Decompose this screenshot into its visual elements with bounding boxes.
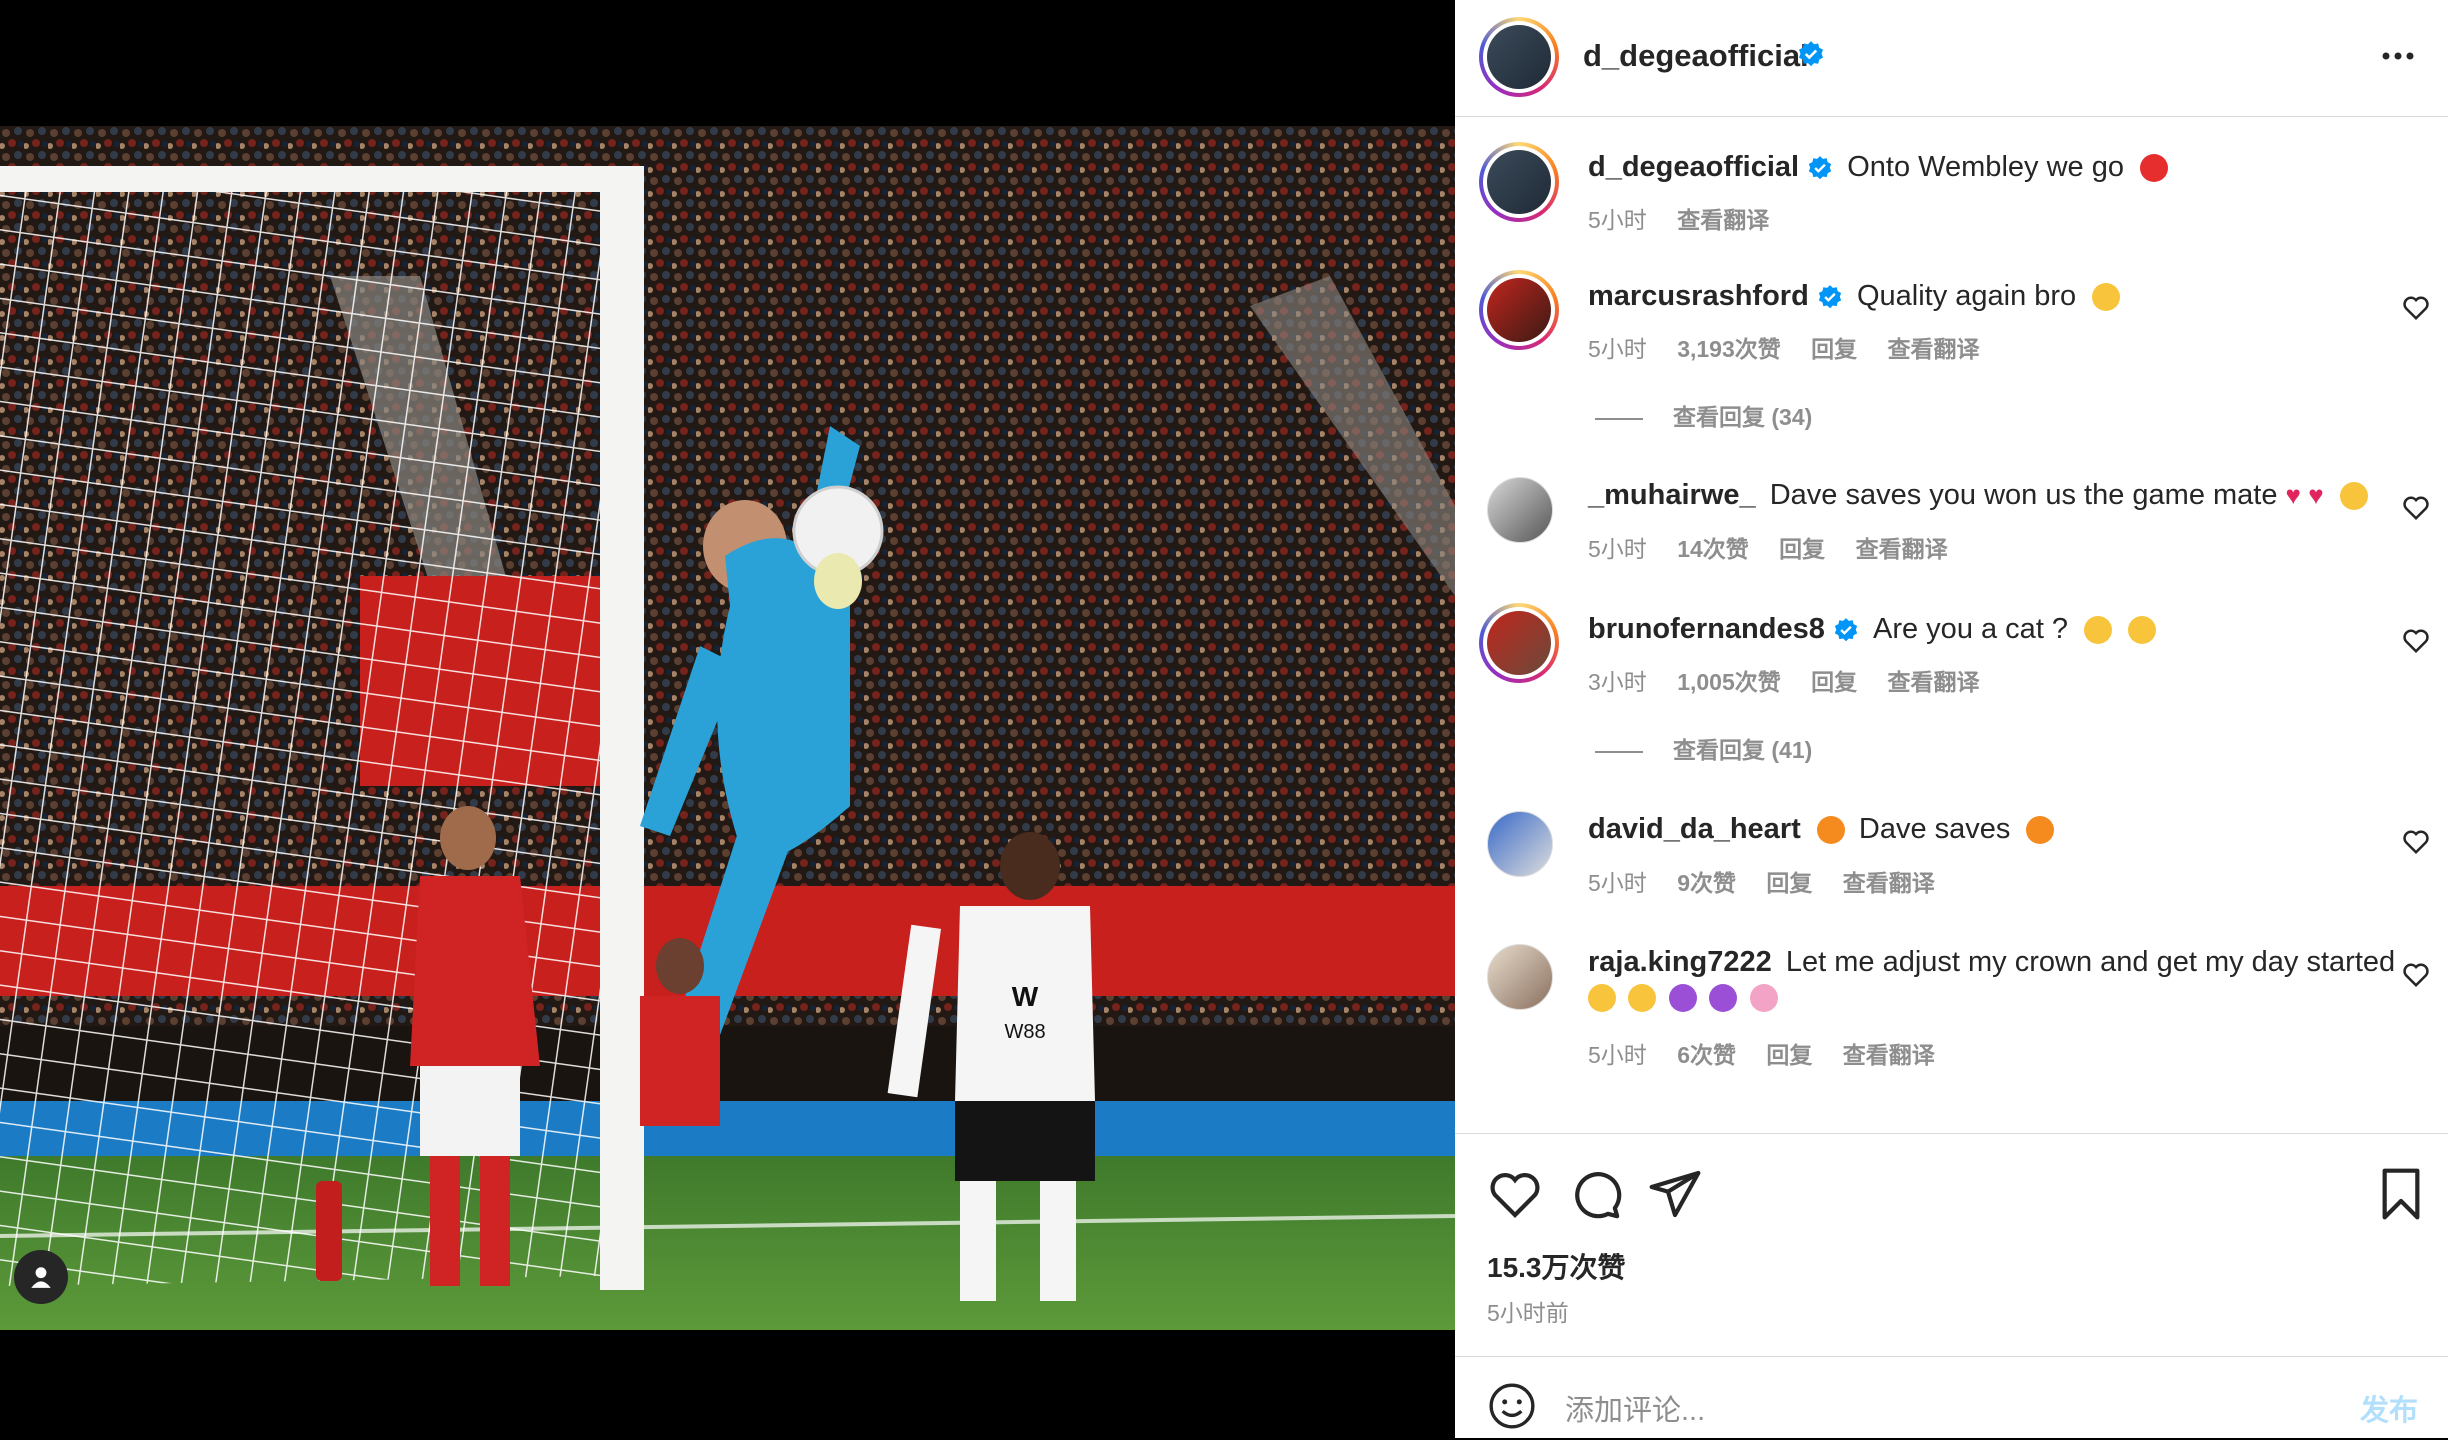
heart-icon[interactable] bbox=[1487, 1166, 1543, 1222]
fire-emoji-icon bbox=[2026, 816, 2055, 845]
post-comment-button[interactable]: 发布 bbox=[2360, 1387, 2418, 1429]
view-replies-link[interactable]: 查看回复 (34) bbox=[1595, 398, 1812, 432]
user-tag-icon[interactable] bbox=[14, 1250, 68, 1304]
comment-text: Are you a cat ? bbox=[1873, 613, 2069, 645]
reply-button[interactable]: 回复 bbox=[1779, 536, 1825, 562]
comment-avatar[interactable] bbox=[1487, 811, 1553, 877]
shirt-sponsor-text: W88 bbox=[1004, 1021, 1045, 1043]
red-circle-emoji-icon bbox=[2140, 154, 2169, 183]
reply-button[interactable]: 回复 bbox=[1766, 1042, 1812, 1068]
translate-link[interactable]: 查看翻译 bbox=[1843, 1042, 1935, 1068]
share-icon[interactable] bbox=[1647, 1166, 1703, 1222]
comment-composer: 添加评论... 发布 bbox=[1455, 1356, 2448, 1440]
comment-time: 5小时 bbox=[1588, 336, 1647, 362]
verified-badge-icon bbox=[1834, 618, 1858, 642]
comment-likes[interactable]: 3,193次赞 bbox=[1677, 336, 1781, 362]
comment-username[interactable]: raja.king7222 bbox=[1588, 946, 1772, 978]
post-photo[interactable]: W W88 bbox=[0, 126, 1455, 1330]
comment-username[interactable]: marcusrashford bbox=[1588, 280, 1809, 312]
post-actions: 15.3万次赞 5小时前 添加评论... 发布 bbox=[1455, 1133, 2448, 1439]
comment-avatar[interactable] bbox=[1487, 944, 1553, 1010]
exploding-head-emoji-icon bbox=[2084, 616, 2113, 645]
comment-avatar[interactable] bbox=[1479, 603, 1559, 683]
smile-icon[interactable] bbox=[1487, 1381, 1537, 1431]
comment-likes[interactable]: 1,005次赞 bbox=[1677, 669, 1781, 695]
translate-link[interactable]: 查看翻译 bbox=[1888, 669, 1980, 695]
comment-heart-icon[interactable] bbox=[2401, 959, 2431, 989]
comment-time: 5小时 bbox=[1588, 1042, 1647, 1068]
comment-heart-icon[interactable] bbox=[2401, 625, 2431, 655]
sunglasses-emoji-icon bbox=[2092, 283, 2121, 312]
flower-emoji-icon bbox=[1749, 984, 1778, 1012]
translate-link[interactable]: 查看翻译 bbox=[1856, 536, 1948, 562]
caption-username[interactable]: d_degeaofficial bbox=[1588, 151, 1799, 183]
caption-text: Onto Wembley we go bbox=[1847, 151, 2124, 183]
comment-heart-icon[interactable] bbox=[2401, 492, 2431, 522]
verified-badge-icon bbox=[1818, 285, 1842, 309]
comment-input[interactable]: 添加评论... bbox=[1565, 1387, 1705, 1429]
comment-avatar[interactable] bbox=[1479, 270, 1559, 350]
comment-likes[interactable]: 6次赞 bbox=[1677, 1042, 1736, 1068]
caption-avatar[interactable] bbox=[1479, 142, 1559, 222]
comment-heart-icon[interactable] bbox=[2401, 826, 2431, 856]
comment-username[interactable]: david_da_heart bbox=[1588, 813, 1801, 845]
raised-hands-emoji-icon bbox=[1628, 984, 1657, 1012]
author-username[interactable]: d_degeaofficial bbox=[1583, 38, 1809, 74]
reply-button[interactable]: 回复 bbox=[1811, 336, 1857, 362]
comment-text: Quality again bro bbox=[1856, 280, 2077, 312]
bookmark-icon[interactable] bbox=[2373, 1166, 2429, 1222]
heart-eyes-emoji-icon bbox=[1588, 984, 1616, 1012]
comment-time: 3小时 bbox=[1588, 669, 1647, 695]
comment-likes[interactable]: 9次赞 bbox=[1677, 870, 1736, 896]
view-replies-link[interactable]: 查看回复 (41) bbox=[1595, 731, 1812, 765]
comment-emoji-row bbox=[1588, 984, 1778, 1012]
post-media: W W88 bbox=[0, 0, 1455, 1438]
translate-link[interactable]: 查看翻译 bbox=[1888, 336, 1980, 362]
likes-count[interactable]: 15.3万次赞 bbox=[1487, 1246, 1626, 1286]
purple-heart-emoji-icon bbox=[1668, 984, 1697, 1012]
verified-badge-icon bbox=[1798, 41, 1824, 67]
author-avatar[interactable] bbox=[1479, 17, 1559, 97]
comments-list[interactable]: d_degeaofficial Onto Wembley we go 5小时 查… bbox=[1455, 117, 2448, 1132]
comment-icon[interactable] bbox=[1567, 1166, 1623, 1222]
reply-button[interactable]: 回复 bbox=[1811, 669, 1857, 695]
purple-heart-emoji-icon bbox=[1709, 984, 1738, 1012]
reply-button[interactable]: 回复 bbox=[1766, 870, 1812, 896]
comment-username[interactable]: _muhairwe_ bbox=[1588, 479, 1756, 511]
comment-avatar[interactable] bbox=[1487, 477, 1553, 543]
more-options-icon[interactable] bbox=[2378, 36, 2418, 76]
comment-time: 5小时 bbox=[1588, 870, 1647, 896]
comment-time: 5小时 bbox=[1588, 536, 1647, 562]
comment-text: Dave saves you won us the game mate bbox=[1769, 479, 2278, 511]
comment-heart-icon[interactable] bbox=[2401, 292, 2431, 322]
heart-emoji-icon: ♥ ♥ bbox=[2285, 480, 2324, 510]
translate-link[interactable]: 查看翻译 bbox=[1843, 870, 1935, 896]
post-time: 5小时前 bbox=[1487, 1300, 1569, 1326]
comment-likes[interactable]: 14次赞 bbox=[1677, 536, 1749, 562]
post-header: d_degeaofficial bbox=[1455, 0, 2448, 117]
fire-emoji-icon bbox=[1816, 816, 1845, 845]
shirt-sponsor: W bbox=[1012, 981, 1039, 1012]
comment-text: Let me adjust my crown and get my day st… bbox=[1785, 946, 2396, 978]
caption-time: 5小时 bbox=[1588, 207, 1647, 233]
post-panel: d_degeaofficial d_degeaofficial Onto Wem… bbox=[1455, 0, 2448, 1438]
caption-translate-link[interactable]: 查看翻译 bbox=[1677, 207, 1769, 233]
raised-hands-emoji-icon bbox=[2339, 482, 2368, 511]
comment-text: Dave saves bbox=[1858, 813, 2011, 845]
comment-username[interactable]: brunofernandes8 bbox=[1588, 613, 1825, 645]
verified-badge-icon bbox=[1809, 156, 1832, 180]
heart-eyes-emoji-icon bbox=[2128, 616, 2157, 645]
